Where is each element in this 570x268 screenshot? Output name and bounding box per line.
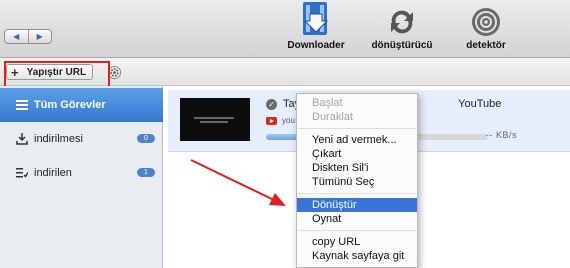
triangle-right-icon: ▶ [36, 32, 43, 41]
context-menu: Başlat Duraklat Yeni ad vermek... Çıkart… [296, 93, 418, 268]
youtube-icon [266, 116, 277, 125]
sidebar-item-downloaded[interactable]: indirilen 1 [0, 156, 163, 190]
menu-item-delete-from-disk[interactable]: Diskten Sil'i [297, 161, 417, 175]
count-badge: 1 [137, 168, 155, 177]
nav-buttons: ◀ ▶ [4, 29, 52, 44]
back-button[interactable]: ◀ [5, 30, 29, 43]
downloaded-list-icon [16, 168, 28, 178]
sidebar-item-all-tasks[interactable]: Tüm Görevler [0, 88, 163, 122]
menu-item-start[interactable]: Başlat [297, 96, 417, 110]
task-title-end: YouTube [458, 98, 502, 110]
menu-item-rename[interactable]: Yeni ad vermek... [297, 133, 417, 147]
menu-item-convert[interactable]: Dönüştür [297, 198, 417, 212]
detector-icon [472, 8, 500, 36]
sidebar-item-label: indirilmesi [34, 133, 83, 145]
menu-separator [298, 193, 416, 194]
menu-item-play[interactable]: Oynat [297, 212, 417, 226]
download-speed: -- KB/s [486, 130, 518, 140]
toolbar: ◀ ▶ Downloader dönüştürücü detektör [0, 0, 570, 58]
sidebar-item-label: indirilen [34, 167, 72, 179]
downloader-icon [303, 2, 329, 35]
downloader-label: Downloader [287, 40, 345, 51]
menu-separator [298, 128, 416, 129]
task-source-label: you [282, 116, 295, 125]
menu-separator [298, 230, 416, 231]
converter-button[interactable]: dönüştürücü [364, 2, 440, 51]
checkmark-icon: ✓ [266, 98, 277, 110]
menu-item-pause[interactable]: Duraklat [297, 110, 417, 124]
forward-button[interactable]: ▶ [29, 30, 52, 43]
task-source: you [266, 116, 295, 125]
convert-icon [391, 10, 413, 34]
detector-button[interactable]: detektör [456, 2, 516, 51]
list-icon [16, 100, 28, 110]
count-badge: 0 [137, 134, 155, 143]
sidebar-item-downloading[interactable]: indirilmesi 0 [0, 122, 163, 156]
detector-label: detektör [466, 40, 506, 51]
menu-item-copy-url[interactable]: copy URL [297, 235, 417, 249]
converter-label: dönüştürücü [371, 40, 433, 51]
download-tray-icon [16, 133, 28, 145]
video-thumbnail [180, 98, 250, 141]
sidebar-item-label: Tüm Görevler [34, 99, 106, 111]
sidebar: Tüm Görevler indirilmesi 0 indirilen 1 [0, 86, 163, 268]
menu-item-go-to-source[interactable]: Kaynak sayfaya git [297, 249, 417, 263]
downloader-button[interactable]: Downloader [286, 2, 346, 51]
menu-item-remove[interactable]: Çıkart [297, 147, 417, 161]
menu-item-select-all[interactable]: Tümünü Seç [297, 175, 417, 189]
triangle-left-icon: ◀ [13, 32, 20, 41]
